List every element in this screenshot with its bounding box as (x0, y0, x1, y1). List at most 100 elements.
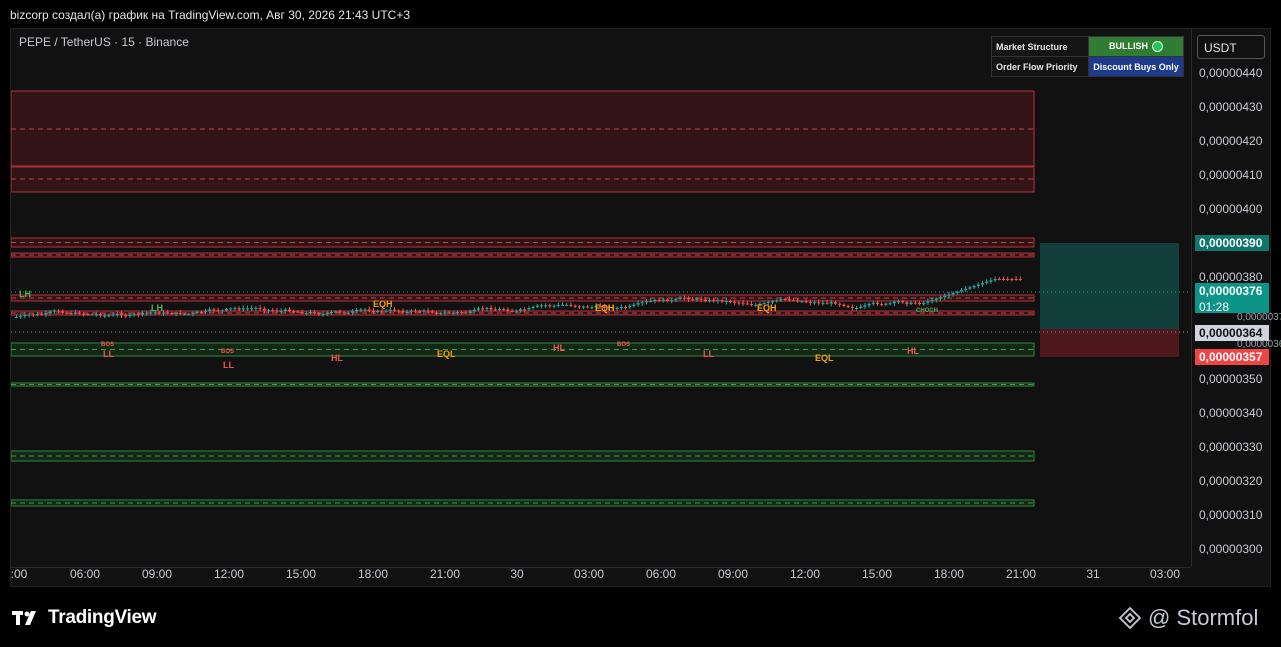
candle-body (716, 300, 720, 302)
price-tick: 0,00000410 (1199, 168, 1263, 182)
candle-body (876, 302, 879, 304)
candle-body (892, 301, 896, 304)
structure-label: HL (907, 346, 919, 356)
candle-body (31, 314, 35, 316)
candle-body (296, 311, 300, 313)
candle-body (934, 298, 938, 300)
candle-body (90, 314, 94, 316)
candle-body (540, 305, 543, 307)
candle-body (288, 309, 291, 312)
candle-body (897, 301, 900, 303)
candle-body (867, 303, 871, 306)
candle-body (577, 306, 581, 308)
candle-body (464, 312, 468, 314)
structure-label: EQL (815, 353, 834, 363)
price-axis-divider (1191, 29, 1192, 567)
candle-body (582, 306, 585, 308)
candle-body (279, 310, 283, 312)
candle-body (334, 311, 338, 313)
tradingview-logo[interactable]: TradingView (12, 607, 157, 629)
candle-body (880, 303, 884, 305)
candle-body (674, 299, 678, 301)
candle-body (262, 308, 266, 311)
bullish-status-dot-icon (1152, 41, 1163, 53)
candle-body (745, 303, 749, 305)
price-plot[interactable]: LH LH EQH EQH EQH CHOCH LL LL HL EQL HL LL EQL HL BOS B… (11, 29, 1270, 586)
candle-body (384, 310, 388, 312)
candle-body (573, 305, 577, 307)
candle-body (519, 309, 522, 311)
candle-body (178, 312, 182, 314)
candle-body (859, 306, 863, 308)
candle-body (397, 310, 401, 312)
candle-body (544, 305, 548, 307)
candle-body (787, 299, 791, 301)
candle-body (552, 305, 556, 307)
structure-label: LL (703, 349, 714, 359)
candle-body (187, 313, 191, 315)
candle-body (502, 309, 506, 311)
binance-logo-icon (1118, 606, 1142, 630)
candle-body (548, 305, 552, 307)
candle-body (729, 300, 732, 302)
time-tick: 18:00 (357, 567, 389, 581)
candle-body (695, 298, 699, 300)
candle-body (506, 309, 510, 311)
candle-body (191, 312, 195, 314)
candle-body (174, 312, 178, 315)
structure-label: EQL (437, 349, 456, 359)
candle-body (624, 306, 627, 308)
chart-area[interactable]: LH LH EQH EQH EQH CHOCH LL LL HL EQL HL LL EQL HL BOS B… (10, 28, 1281, 587)
candle-body (834, 302, 837, 304)
price-tick: 0,00000440 (1199, 66, 1263, 80)
candle-body (363, 309, 367, 311)
candle-body (498, 309, 501, 311)
candle-body (246, 308, 249, 310)
candle-body (48, 311, 52, 313)
price-tick: 0,00000320 (1199, 474, 1263, 488)
candle-body (964, 288, 968, 291)
candle-body (418, 311, 422, 313)
currency-button[interactable]: USDT (1197, 35, 1265, 59)
candle-body (808, 301, 812, 303)
candle-body (846, 305, 850, 307)
price-tick: 0,00000330 (1199, 440, 1263, 454)
candle-body (405, 311, 409, 313)
candle-body (342, 312, 346, 314)
candle-body (863, 305, 867, 307)
candle-body (489, 307, 493, 310)
candle-body (670, 300, 674, 302)
structure-label: EQH (595, 303, 615, 313)
candle-body (380, 310, 384, 312)
candle-body (477, 308, 480, 310)
candle-body (619, 306, 623, 308)
candle-body (922, 302, 926, 305)
candle-body (523, 309, 527, 311)
candle-body (372, 310, 375, 313)
candle-body (27, 314, 31, 316)
candle-body (569, 304, 573, 306)
symbol-title[interactable]: PEPE / TetherUS · 15 · Binance (19, 35, 189, 49)
candle-body (99, 314, 102, 316)
candle-body (107, 315, 111, 317)
candle-body (997, 279, 1001, 280)
candle-body (472, 309, 476, 312)
candle-body (842, 304, 846, 306)
structure-label: BOS (101, 342, 114, 348)
candle-body (531, 306, 535, 309)
candle-body (367, 309, 371, 311)
candle-body (359, 309, 363, 311)
candle-body (981, 283, 984, 285)
candle-body (351, 311, 354, 313)
time-tick: 09:00 (717, 567, 749, 581)
candle-body (267, 310, 270, 312)
market-structure-label: Market Structure (991, 36, 1089, 57)
candle-body (703, 299, 707, 302)
time-tick: :00 (10, 567, 28, 581)
candle-body (926, 301, 930, 303)
candle-body (414, 310, 417, 312)
candle-body (120, 313, 123, 316)
candle-body (913, 302, 917, 304)
structure-label: BOS (617, 342, 630, 348)
candle-body (817, 302, 821, 304)
